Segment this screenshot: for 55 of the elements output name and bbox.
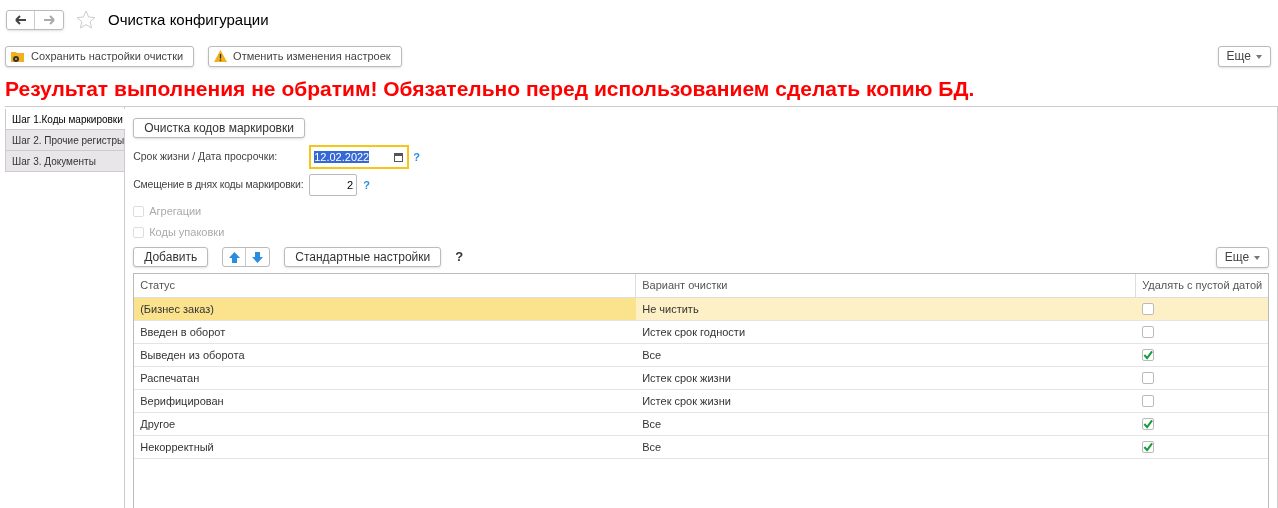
checkbox[interactable]: [1142, 326, 1155, 338]
checkbox[interactable]: [1142, 441, 1155, 453]
column-header: Статус: [134, 274, 637, 297]
checkbox[interactable]: [1142, 418, 1155, 430]
cancel-button[interactable]: Отменить изменения настроек: [208, 45, 402, 67]
run-button[interactable]: Очистка кодов маркировки: [133, 118, 305, 138]
table-cell: (Бизнес заказ): [134, 298, 637, 320]
up-arrow-icon: [228, 251, 240, 263]
star-icon[interactable]: [76, 10, 96, 30]
table-cell-text: Истек срок жизни: [641, 370, 732, 386]
warning-icon: [214, 50, 228, 62]
folder-gear-icon: [11, 49, 25, 63]
table-cell-text: Введен в оборот: [139, 324, 227, 340]
table-cell-text: Другое: [139, 416, 177, 432]
table-cell-text: Выведен из оборота: [139, 347, 246, 363]
checkbox-label: Агрегации: [149, 204, 202, 220]
checkbox[interactable]: [1142, 349, 1155, 361]
calendar-icon[interactable]: [394, 152, 404, 162]
more-button[interactable]: Еще: [1215, 246, 1270, 268]
checkbox[interactable]: [1142, 303, 1155, 315]
column-header: Удалять с пустой датой: [1141, 278, 1264, 294]
step-tab[interactable]: Шаг 2. Прочие регистры: [5, 130, 125, 151]
table-cell-text: Верифицирован: [139, 393, 225, 409]
table-cell-text: Истек срок годности: [641, 324, 747, 340]
help-link[interactable]: ?: [455, 247, 464, 267]
field-label: Срок жизни / Дата просрочки:: [133, 149, 279, 165]
number-field[interactable]: 2: [309, 174, 358, 196]
checkbox[interactable]: [1142, 395, 1155, 407]
checkbox-label: Коды упаковки: [149, 225, 225, 241]
field-label: Смещение в днях коды маркировки:: [133, 177, 305, 193]
add-button[interactable]: Добавить: [133, 247, 209, 267]
down-arrow-icon: [252, 251, 264, 263]
table-cell-text: Некорректный: [139, 439, 215, 455]
caret-icon: [1254, 255, 1261, 260]
help-link[interactable]: ?: [363, 176, 370, 194]
save-button[interactable]: Сохранить настройки очистки: [5, 45, 195, 67]
step-tab[interactable]: Шаг 1.Коды маркировки: [5, 109, 126, 130]
more-button[interactable]: Еще: [1217, 45, 1271, 67]
forward-arrow-icon: [43, 15, 55, 25]
table-cell-text: Все: [641, 439, 663, 455]
table-cell-text: Все: [641, 347, 663, 363]
table-cell-text: Распечатан: [139, 370, 201, 386]
caret-icon: [1256, 54, 1262, 59]
defaults-button[interactable]: Стандартные настройки: [284, 247, 442, 267]
step-tab[interactable]: Шаг 3. Документы: [5, 151, 125, 172]
back-arrow-icon: [14, 15, 27, 25]
help-link[interactable]: ?: [413, 148, 420, 166]
table-cell-text: Истек срок жизни: [641, 393, 732, 409]
checkbox[interactable]: [1142, 372, 1155, 384]
warning-text: Результат выполнения не обратим! Обязательно перед использованием сделать копию БД.: [4, 76, 976, 102]
table-cell-text: Все: [641, 416, 663, 432]
table-cell: Не чистить: [636, 298, 1137, 320]
date-field[interactable]: 12.02.2022: [309, 145, 410, 169]
column-header: Вариант очистки: [636, 274, 1137, 297]
window-title: Очистка конфигурации: [108, 9, 269, 30]
